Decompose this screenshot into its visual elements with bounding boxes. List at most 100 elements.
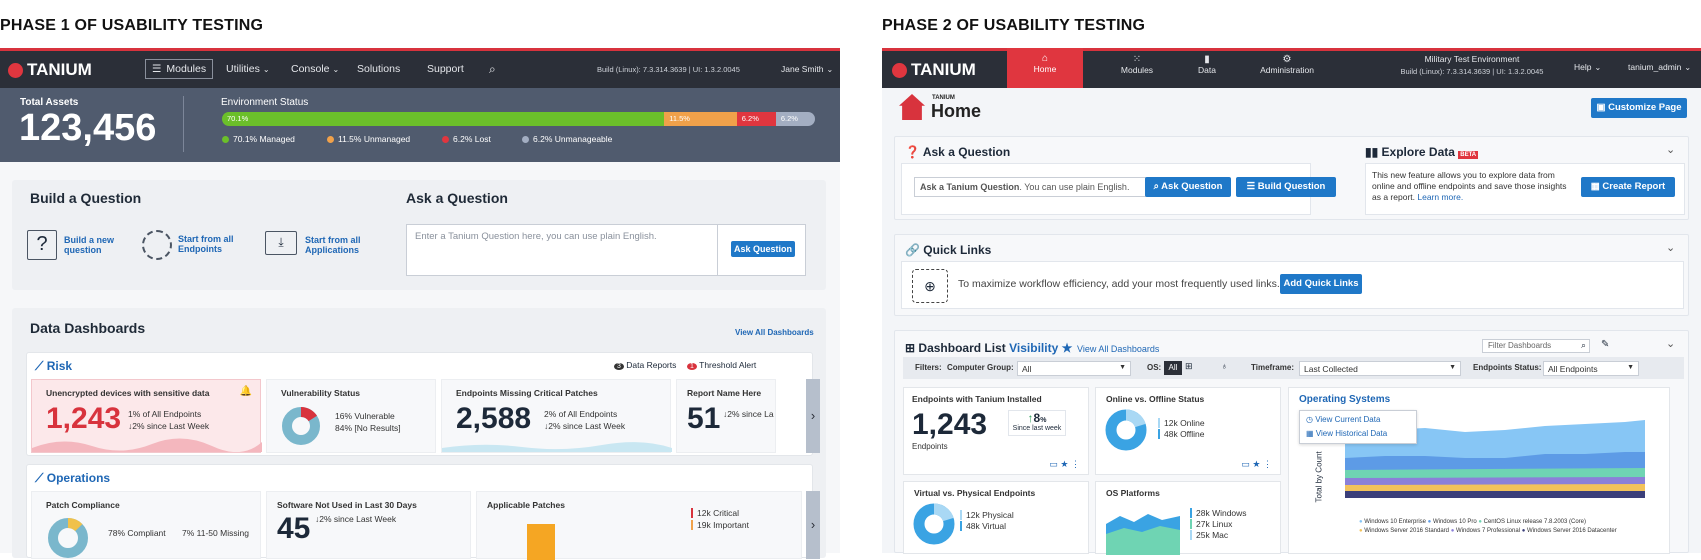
view-all-dashboards-link[interactable]: View All Dashboards (1077, 344, 1159, 354)
collapse-chevron-icon[interactable]: ⌄ (1666, 143, 1675, 156)
card-title: Report Name Here (687, 388, 762, 398)
divider (717, 225, 718, 275)
user-menu[interactable]: tanium_admin ⌄ (1628, 62, 1691, 72)
nav-modules[interactable]: ⁙ Modules (1102, 54, 1172, 75)
environment-status-bar[interactable]: 70.1% 11.5% 6.2% 6.2% (222, 112, 815, 126)
tanium-logo[interactable]: TANIUM (892, 60, 976, 80)
endpoints-installed-card[interactable]: Endpoints with Tanium Installed 1,243 En… (903, 387, 1089, 475)
build-question-button[interactable]: ☰ Build Question (1236, 177, 1336, 197)
linux-icon[interactable]: ♁ (1221, 361, 1228, 371)
applicable-patches-card[interactable]: Applicable Patches 12k Critical 19k Impo… (476, 491, 802, 560)
monitor-icon[interactable]: ▭ (1241, 459, 1250, 469)
carousel-next-button[interactable]: › (806, 379, 820, 453)
legend-dot (522, 135, 529, 143)
visibility-link[interactable]: Visibility (1009, 341, 1058, 355)
card-actions: ▭ ★ ⋮ (1049, 459, 1080, 470)
filter-dashboards-input[interactable]: Filter Dashboards ⌕ (1482, 339, 1590, 353)
console-menu[interactable]: Console ⌄ (291, 63, 339, 75)
report-card[interactable]: Report Name Here 51 ↓2% since La (676, 379, 776, 453)
quick-links-header: 🔗 Quick Links (905, 243, 991, 257)
tanium-logo[interactable]: TANIUM (8, 60, 92, 80)
ask-question-header: ❓ Ask a Question (905, 145, 1010, 159)
view-all-dashboards-link[interactable]: View All Dashboards (735, 328, 814, 337)
nav-data[interactable]: ▮ Data (1182, 54, 1232, 75)
table-icon: ▦ (1590, 181, 1603, 192)
customize-page-button[interactable]: ▣ Customize Page (1591, 98, 1687, 118)
windows-icon[interactable]: ⊞ (1185, 361, 1193, 372)
star-icon[interactable]: ★ (1060, 459, 1068, 469)
add-quick-links-button[interactable]: Add Quick Links (1280, 274, 1362, 294)
collapse-chevron-icon[interactable]: ⌄ (1666, 337, 1675, 350)
operations-title: Operations (46, 471, 111, 485)
data-reports-indicator[interactable]: 3 Data Reports (614, 360, 676, 370)
ask-question-title: Ask a Question (406, 190, 508, 206)
delta-box: ↑8% Since last week (1008, 410, 1066, 436)
risk-header[interactable]: ⟋ Risk (35, 359, 72, 374)
star-icon[interactable]: ★ (1058, 341, 1073, 355)
os-platforms-area-chart (1106, 514, 1180, 555)
view-historical-data-option[interactable]: ▦ View Historical Data (1306, 429, 1387, 438)
nav-modules-label: Modules (1120, 65, 1154, 75)
search-icon[interactable]: ⌕ (489, 62, 496, 77)
divider (183, 96, 184, 152)
legend-label: Windows 10 Pro (1432, 519, 1477, 525)
status-segment-1[interactable]: 11.5% (664, 112, 737, 126)
patch-compliance-card[interactable]: Patch Compliance 78% Compliant 7% 11-50 … (31, 491, 261, 559)
nav-administration[interactable]: ⚙ Administration (1242, 54, 1332, 75)
missing-patches-card[interactable]: Endpoints Missing Critical Patches 2,588… (441, 379, 672, 453)
virtual-physical-card[interactable]: Virtual vs. Physical Endpoints 12k Physi… (903, 481, 1089, 554)
solutions-link[interactable]: Solutions (357, 63, 400, 75)
status-segment-2[interactable]: 6.2% (736, 112, 776, 126)
grid-icon: ⁙ (1132, 54, 1142, 65)
ask-question-button[interactable]: Ask Question (731, 241, 795, 257)
data-dashboards-panel: Data Dashboards View All Dashboards ⟋ Ri… (12, 308, 826, 560)
learn-more-link[interactable]: Learn more. (1417, 192, 1463, 202)
monitor-icon[interactable]: ▭ (1049, 459, 1058, 469)
collapse-chevron-icon[interactable]: ⌄ (1666, 241, 1675, 254)
ask-question-button[interactable]: ⌕ Ask Question (1145, 177, 1231, 197)
virtual-line: 48k Virtual (960, 521, 1006, 531)
gear-icon: ⚙ (1282, 54, 1292, 65)
threshold-alert-indicator[interactable]: 1 Threshold Alert (687, 360, 756, 370)
operations-header[interactable]: ⟋ Operations (35, 471, 110, 486)
support-link[interactable]: Support (427, 63, 464, 75)
status-segment-0[interactable]: 70.1% (222, 112, 665, 126)
view-current-data-option[interactable]: ◷ View Current Data (1306, 415, 1380, 424)
ask-question-input[interactable]: Ask a Tanium Question. You can use plain… (914, 177, 1146, 197)
edit-icon[interactable]: ✎ (1601, 339, 1609, 350)
online-offline-card[interactable]: Online vs. Offline Status 12k Online 48k… (1095, 387, 1281, 475)
modules-button[interactable]: ☰ Modules (145, 59, 214, 79)
status-segment-3[interactable]: 6.2% (775, 112, 815, 126)
computer-group-select[interactable]: All ▼ (1017, 361, 1131, 376)
windows-line: 28k Windows (1190, 508, 1247, 518)
ask-question-input[interactable]: Enter a Tanium Question here, you can us… (415, 231, 657, 242)
view-current-data-label: View Current Data (1315, 415, 1381, 424)
card-value: 1,243 (46, 402, 122, 435)
os-platforms-card[interactable]: OS Platforms 28k Windows 27k Linux 25k M… (1095, 481, 1281, 555)
bar-chart-icon: ▮▮ (1365, 145, 1382, 159)
operating-systems-card[interactable]: Operating Systems ◷ View Current Data ▦ … (1288, 387, 1670, 554)
question-icon: ? (27, 230, 57, 260)
more-icon[interactable]: ⋮ (1263, 459, 1272, 469)
card-value: 1,243 (912, 408, 988, 441)
more-icon[interactable]: ⋮ (1071, 459, 1080, 469)
critical-line: 12k Critical (691, 508, 739, 518)
create-report-button[interactable]: ▦ Create Report (1581, 177, 1675, 197)
chevron-down-icon: ⌄ (1684, 63, 1692, 72)
endpoints-status-select[interactable]: All Endpoints ▼ (1543, 361, 1639, 376)
user-menu[interactable]: Jane Smith ⌄ (781, 64, 833, 74)
help-menu[interactable]: Help ⌄ (1574, 62, 1601, 72)
card-line1: 2% of All Endpoints (544, 409, 618, 419)
unencrypted-devices-card[interactable]: Unencrypted devices with sensitive data … (31, 379, 262, 453)
software-not-used-card[interactable]: Software Not Used in Last 30 Days 45 ↓2%… (266, 491, 471, 559)
utilities-menu[interactable]: Utilities ⌄ (226, 63, 270, 75)
legend-item: ● Windows Server 2016 Standard (1359, 528, 1450, 534)
star-icon[interactable]: ★ (1252, 459, 1260, 469)
vulnerability-status-card[interactable]: Vulnerability Status 16% Vulnerable 84% … (266, 379, 436, 453)
nav-home[interactable]: ⌂ Home (1007, 48, 1083, 88)
timeframe-select[interactable]: Last Collected ▼ (1299, 361, 1461, 376)
carousel-next-button[interactable]: › (806, 491, 820, 559)
tanium-logo-icon (892, 62, 907, 78)
os-all-toggle[interactable]: All (1164, 361, 1182, 375)
timeframe-value: Last Collected (1304, 364, 1358, 374)
